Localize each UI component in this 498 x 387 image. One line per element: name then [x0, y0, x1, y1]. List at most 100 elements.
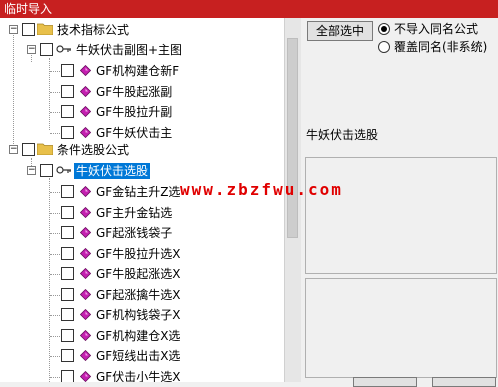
- tree-line: [50, 71, 60, 72]
- checkbox[interactable]: [61, 226, 74, 239]
- ok-button[interactable]: [353, 377, 417, 387]
- tree-label: 牛妖伏击副图+主图: [76, 43, 183, 57]
- radio-overwrite[interactable]: [378, 41, 390, 53]
- tree-line: [50, 274, 60, 275]
- collapse-toggle[interactable]: −: [9, 145, 18, 154]
- checkbox[interactable]: [61, 205, 74, 219]
- formula-icon: [80, 329, 91, 341]
- tree-line: [50, 253, 60, 255]
- tree-leaf[interactable]: GF牛股拉升选X: [0, 244, 284, 264]
- tree-leaf[interactable]: GF机构钱袋子X: [0, 305, 284, 325]
- formula-params-box[interactable]: [305, 278, 497, 378]
- checkbox[interactable]: [61, 287, 74, 301]
- tree-leaf-label: GF起涨钱袋子: [96, 226, 173, 240]
- tree-leaf[interactable]: GF牛股拉升副: [0, 102, 284, 122]
- tree-leaf-label: GF主升金钻选: [96, 205, 173, 220]
- formula-icon: [80, 126, 91, 138]
- title-bar: 临时导入: [0, 0, 498, 18]
- checkbox[interactable]: [61, 84, 74, 98]
- checkbox[interactable]: [61, 64, 74, 77]
- tree-leaf-label: GF短线出击X选: [96, 349, 181, 363]
- tree-leaf-label: GF牛妖伏击主: [96, 125, 173, 140]
- radio-skip-duplicates[interactable]: [378, 23, 390, 35]
- tree-leaf[interactable]: GF机构建仓新F: [0, 61, 284, 81]
- tree-leaf[interactable]: GF起涨擒牛选X: [0, 285, 284, 305]
- checkbox[interactable]: [61, 349, 74, 362]
- formula-icon: [80, 186, 91, 197]
- formula-icon: [80, 227, 91, 238]
- cancel-button[interactable]: [432, 377, 496, 387]
- tree-line: [50, 356, 60, 357]
- tree-leaf[interactable]: GF牛股起涨副: [0, 82, 284, 102]
- checkbox[interactable]: [61, 308, 74, 321]
- tree-line: [50, 192, 60, 193]
- tree-leaf-label: GF机构建仓新F: [96, 64, 180, 78]
- tree-line: [50, 294, 60, 296]
- checkbox[interactable]: [40, 43, 53, 56]
- tree-line: [50, 233, 60, 234]
- formula-icon: [80, 288, 91, 300]
- formula-icon: [80, 268, 91, 279]
- checkbox[interactable]: [61, 125, 74, 139]
- tree-leaf[interactable]: GF机构建仓X选: [0, 326, 284, 346]
- folder-icon: [37, 23, 53, 35]
- tree-line: [50, 91, 60, 93]
- select-all-button[interactable]: 全部选中: [307, 21, 373, 41]
- key-icon: [56, 45, 71, 53]
- formula-name: 牛妖伏击选股: [306, 128, 379, 142]
- radio-overwrite-label[interactable]: 覆盖同名(非系统): [394, 40, 487, 54]
- tree-leaf-label: GF机构钱袋子X: [96, 308, 181, 322]
- tree-leaf[interactable]: GF主升金钻选: [0, 203, 284, 223]
- checkbox[interactable]: [61, 105, 74, 118]
- formula-icon: [80, 309, 91, 320]
- tree-leaf-label: GF牛股起涨选X: [96, 267, 181, 281]
- tree-scrollbar[interactable]: [284, 18, 301, 382]
- checkbox[interactable]: [40, 164, 53, 177]
- key-icon: [56, 166, 71, 174]
- formula-icon: [80, 65, 91, 76]
- radio-skip-label[interactable]: 不导入同名公式: [394, 22, 478, 36]
- tree-node-group1-sub[interactable]: − 牛妖伏击副图+主图: [0, 40, 284, 60]
- tree-leaf-label: GF牛股起涨副: [96, 84, 173, 99]
- tree-line: [50, 212, 60, 214]
- checkbox[interactable]: [61, 369, 74, 382]
- tree-leaf[interactable]: GF起涨钱袋子: [0, 223, 284, 243]
- collapse-toggle[interactable]: −: [27, 45, 36, 54]
- tree-leaf[interactable]: GF伏击小牛选X: [0, 367, 284, 383]
- collapse-toggle[interactable]: −: [9, 25, 18, 34]
- tree-leaf-label: GF牛股拉升选X: [96, 246, 181, 261]
- tree-node-group1[interactable]: − 技术指标公式: [0, 20, 284, 40]
- checkbox[interactable]: [61, 246, 74, 260]
- checkbox[interactable]: [61, 328, 74, 342]
- formula-icon: [80, 370, 91, 382]
- formula-icon: [80, 85, 91, 97]
- scrollbar-thumb[interactable]: [287, 38, 298, 238]
- watermark: www.zbzfwu.com: [180, 180, 343, 199]
- formula-tree[interactable]: − 技术指标公式 − 牛妖伏击副图+主图 GF机构建仓新F GF牛股起涨副 GF牛股…: [0, 18, 285, 382]
- tree-leaf[interactable]: GF牛股起涨选X: [0, 264, 284, 284]
- checkbox[interactable]: [22, 23, 35, 36]
- formula-icon: [80, 206, 91, 218]
- checkbox[interactable]: [61, 267, 74, 280]
- tree-line: [50, 376, 60, 378]
- tree-node-group2[interactable]: − 条件选股公式: [0, 140, 284, 160]
- radio-dot: [381, 26, 387, 32]
- checkbox[interactable]: [61, 185, 74, 198]
- tree-node-group2-sub[interactable]: − 牛妖伏击选股: [0, 161, 284, 181]
- formula-icon: [80, 350, 91, 361]
- tree-label: 条件选股公式: [57, 143, 130, 157]
- window-title: 临时导入: [4, 2, 53, 16]
- checkbox[interactable]: [22, 143, 35, 156]
- tree-leaf-label: GF起涨擒牛选X: [96, 287, 181, 302]
- tree-leaf-label: GF伏击小牛选X: [96, 369, 181, 383]
- formula-description-box[interactable]: [305, 157, 497, 274]
- tree-line: [50, 112, 60, 113]
- folder-icon: [37, 143, 53, 155]
- tree-line: [50, 315, 60, 316]
- tree-leaf[interactable]: GF短线出击X选: [0, 346, 284, 366]
- formula-icon: [80, 106, 91, 117]
- collapse-toggle[interactable]: −: [27, 166, 36, 175]
- formula-icon: [80, 247, 91, 259]
- tree-label: 技术指标公式: [57, 23, 130, 37]
- tree-label-selected[interactable]: 牛妖伏击选股: [74, 163, 151, 179]
